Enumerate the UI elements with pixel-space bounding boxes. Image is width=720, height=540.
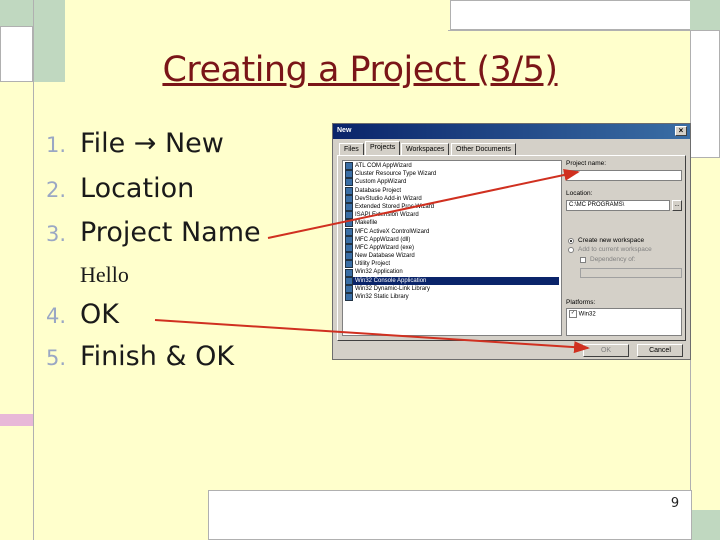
page-number: 9: [670, 496, 680, 511]
arrow-to-project-name: [267, 169, 580, 239]
annotation-arrows: [154, 169, 590, 354]
arrow-to-ok-button: [154, 319, 590, 354]
